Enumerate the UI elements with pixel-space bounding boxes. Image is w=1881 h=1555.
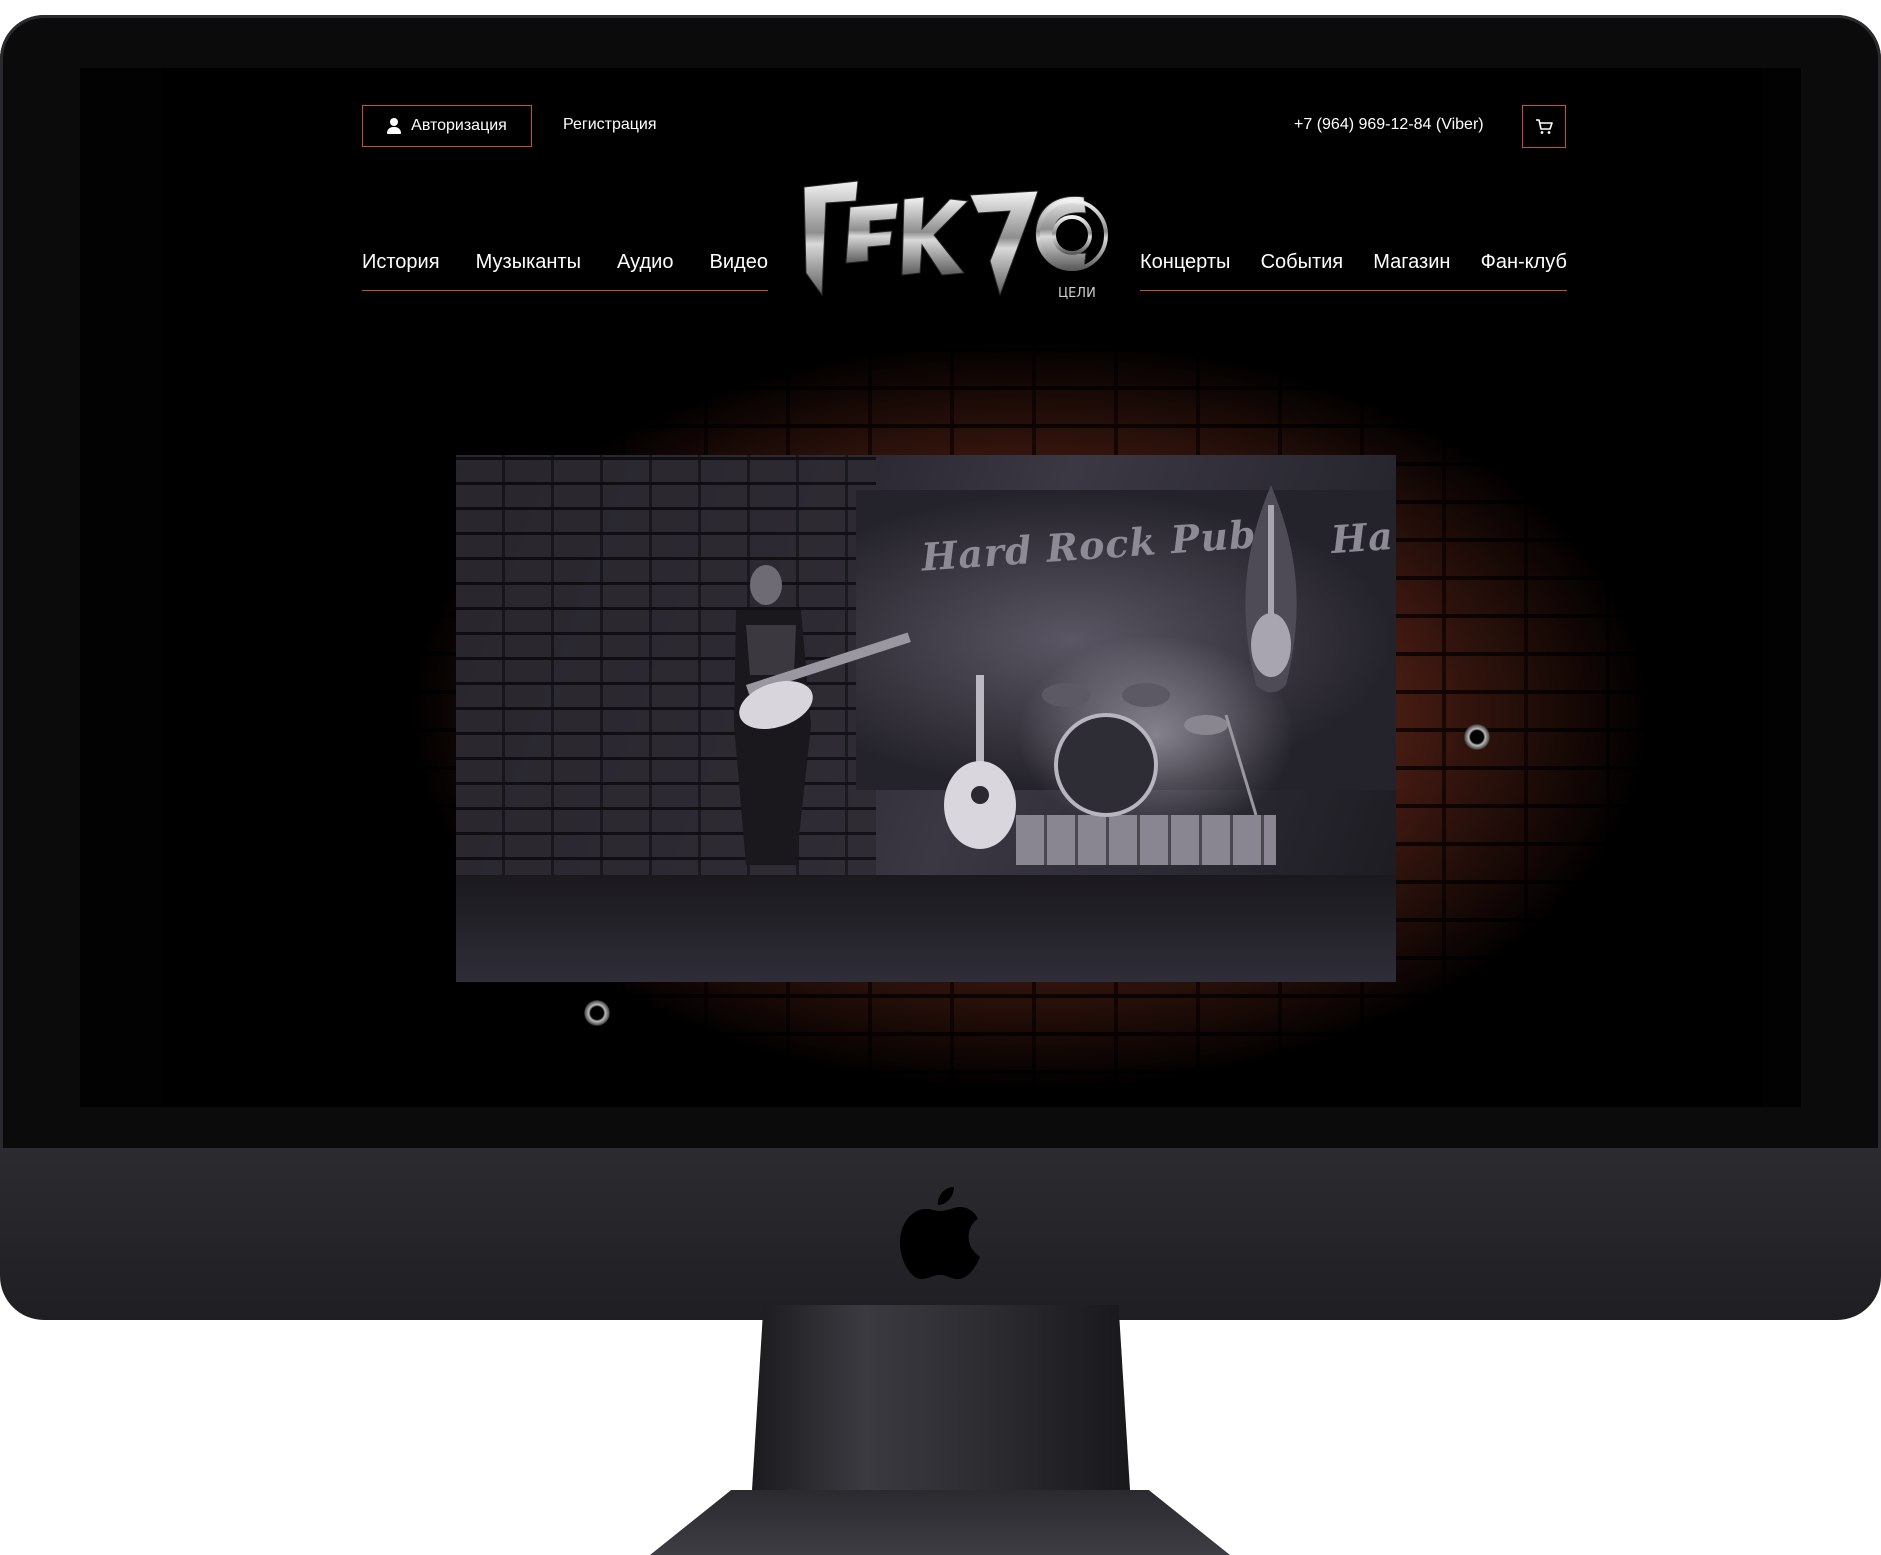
nav-item-history[interactable]: История <box>362 251 440 274</box>
user-icon <box>387 118 402 134</box>
monitor-stand-base <box>650 1490 1230 1555</box>
screen: Авторизация Регистрация +7 (964) 969-12-… <box>80 68 1801 1107</box>
apple-logo-icon <box>900 1187 980 1279</box>
monitor-chin <box>0 1148 1881 1320</box>
register-link[interactable]: Регистрация <box>563 116 657 134</box>
nav-item-shop[interactable]: Магазин <box>1373 251 1450 274</box>
cart-icon <box>1536 118 1553 134</box>
nav-item-fanclub[interactable]: Фан-клуб <box>1481 251 1567 274</box>
monitor-frame: Авторизация Регистрация +7 (964) 969-12-… <box>0 15 1881 1320</box>
nav-item-events[interactable]: События <box>1261 251 1344 274</box>
guitarist-figure <box>734 565 911 865</box>
nav-item-video[interactable]: Видео <box>710 251 768 274</box>
bullet-hole <box>1464 724 1490 750</box>
login-button[interactable]: Авторизация <box>362 105 532 147</box>
svg-text:ЦЕЛИ: ЦЕЛИ <box>1058 286 1096 301</box>
nav-item-audio[interactable]: Аудио <box>617 251 673 274</box>
bullet-hole <box>584 1000 610 1026</box>
wall-guitar-art <box>1245 485 1297 693</box>
hero-photo: Hard Rock Pub Ha <box>456 455 1396 982</box>
nav-item-musicians[interactable]: Музыканты <box>476 251 581 274</box>
site-logo[interactable]: ЦЕЛИ <box>800 177 1126 307</box>
cart-button[interactable] <box>1522 105 1566 148</box>
login-label: Авторизация <box>411 117 507 134</box>
nav-item-concerts[interactable]: Концерты <box>1140 251 1230 274</box>
phone-number: +7 (964) 969-12-84 (Viber) <box>1294 116 1484 133</box>
nav-left: История Музыканты Аудио Видео <box>362 251 768 291</box>
nav-right: Концерты События Магазин Фан-клуб <box>1140 251 1567 291</box>
photo-sign-partial: Ha <box>1329 512 1396 563</box>
